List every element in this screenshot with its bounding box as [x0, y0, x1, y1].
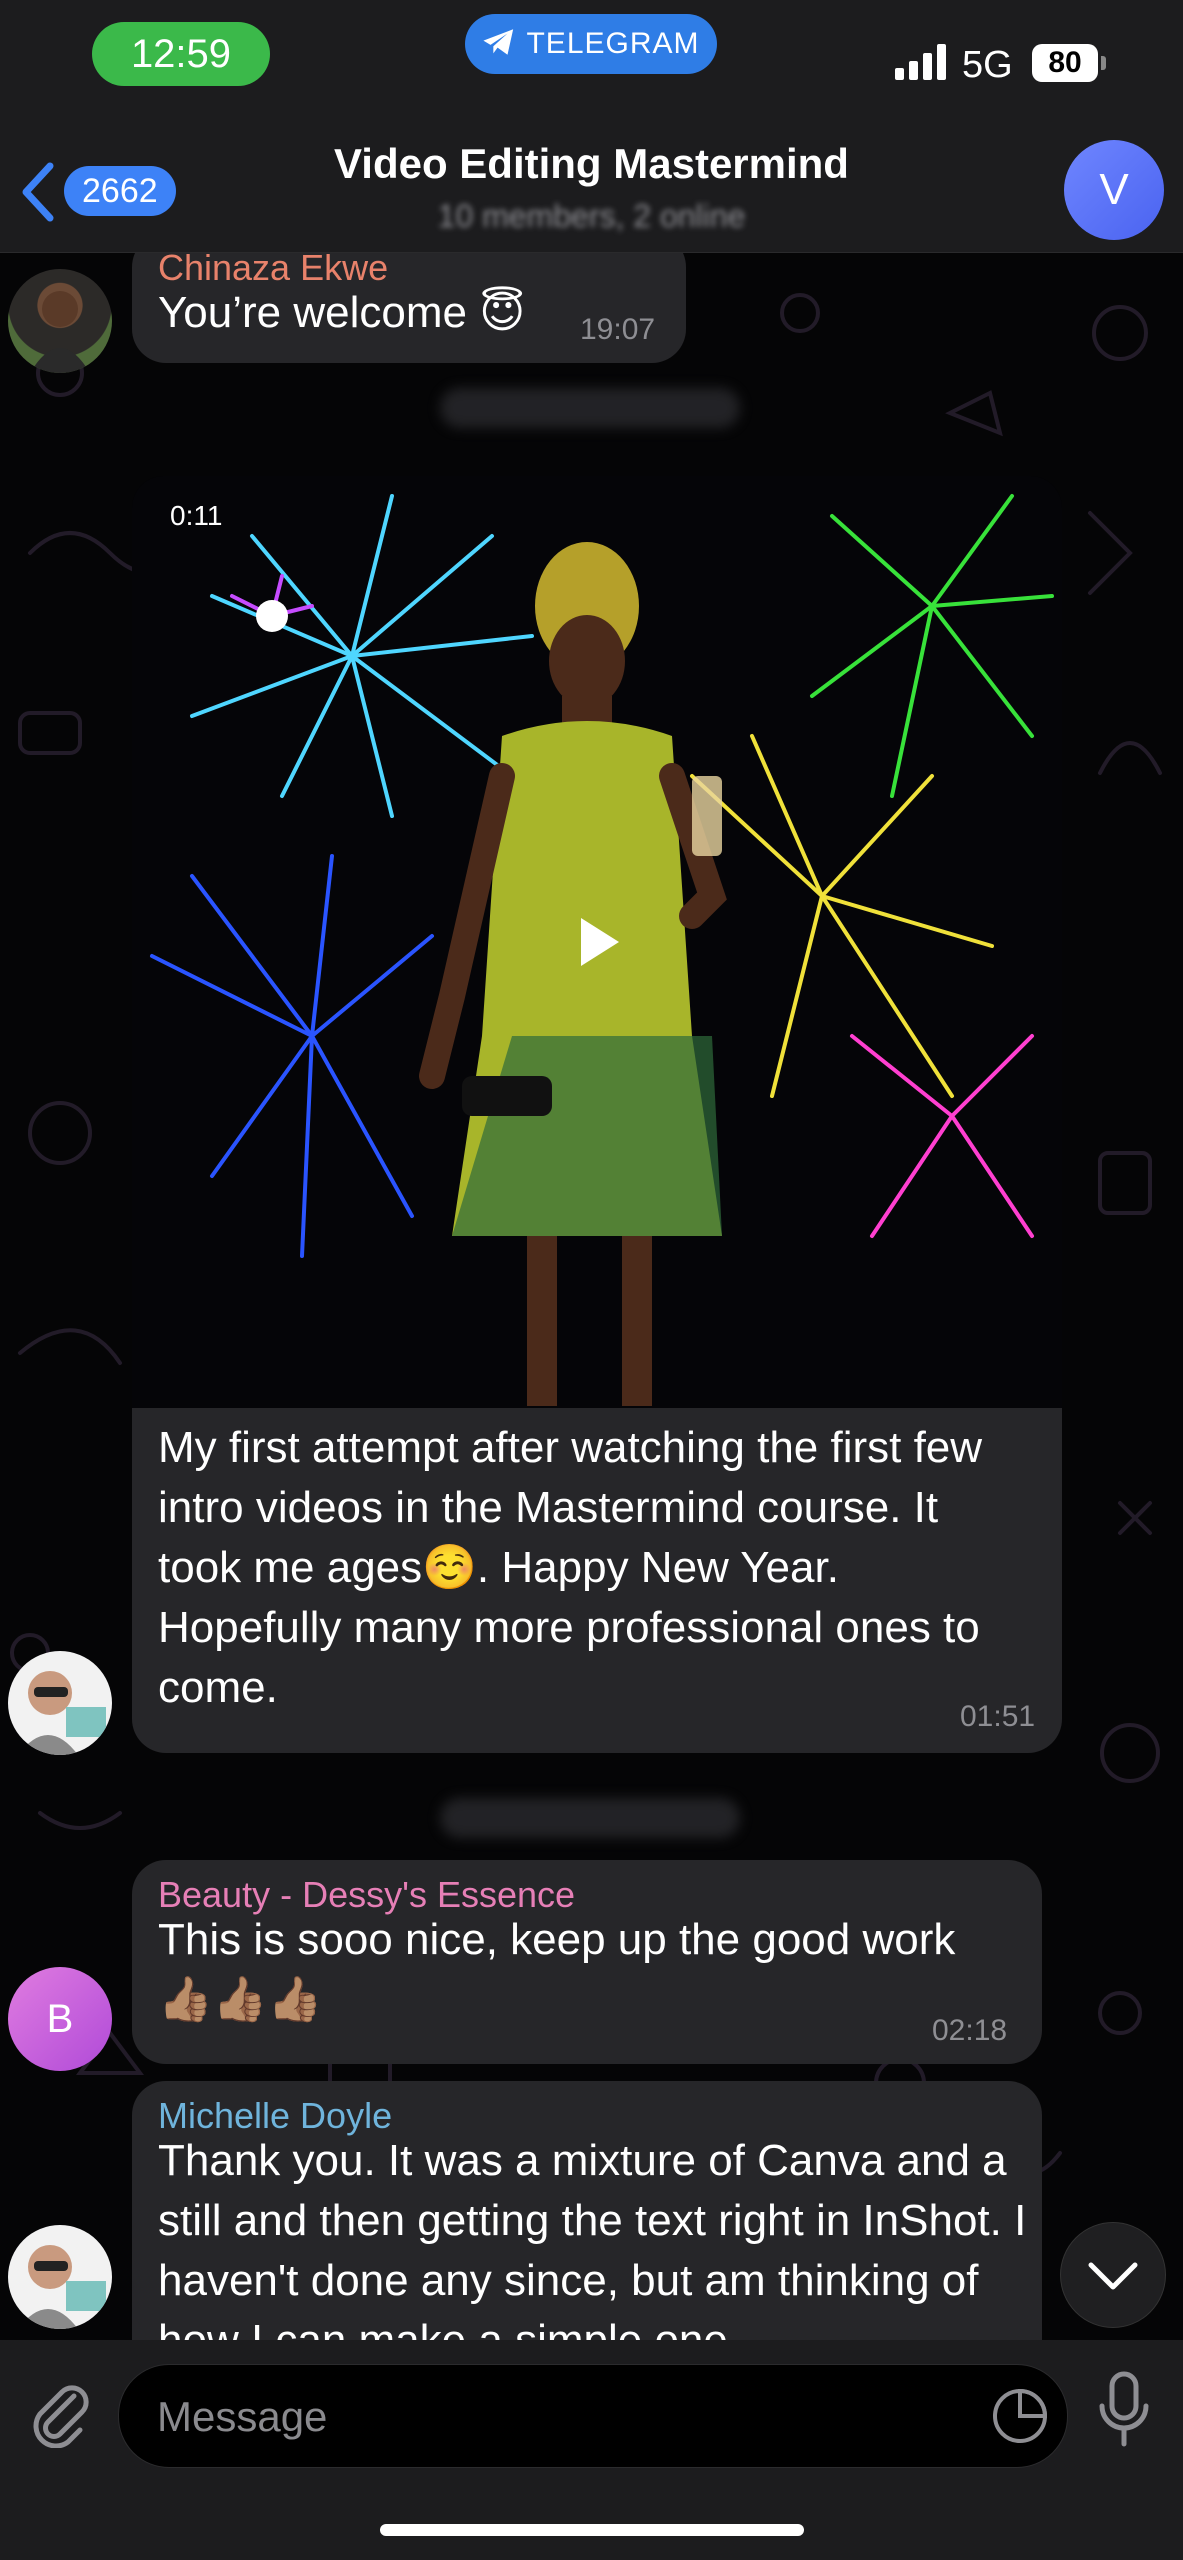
sender-avatar-beauty[interactable]: B: [8, 1967, 112, 2071]
message-input-bar: [0, 2340, 1183, 2560]
group-avatar[interactable]: V: [1064, 140, 1164, 240]
sender-avatar-chinaza[interactable]: [8, 269, 112, 373]
home-indicator: [380, 2524, 804, 2536]
message-bubble[interactable]: Michelle Doyle Thank you. It was a mixtu…: [132, 2081, 1042, 2340]
sender-avatar-michelle[interactable]: [8, 2225, 112, 2329]
telegram-pill[interactable]: TELEGRAM: [465, 14, 717, 74]
message-input[interactable]: [155, 2365, 979, 2469]
date-separator: [440, 1798, 740, 1838]
sticker-icon[interactable]: [991, 2387, 1049, 2445]
message-field[interactable]: [118, 2364, 1068, 2469]
scroll-to-bottom-button[interactable]: [1060, 2222, 1166, 2328]
chat-area[interactable]: Chinaza Ekwe You’re welcome 😇 19:07 0:11…: [0, 253, 1183, 2340]
message-bubble[interactable]: My first attempt after watching the firs…: [132, 1408, 1062, 1753]
avatar-photo: [30, 291, 90, 373]
message-text: My first attempt after watching the firs…: [158, 1423, 983, 1712]
telegram-icon: [483, 29, 514, 55]
message-time: 01:51: [960, 1700, 1036, 1733]
video-duration: 0:11: [170, 500, 223, 531]
chat-subtitle: 10 members, 2 online: [437, 198, 746, 234]
avatar-photo: [18, 2245, 106, 2329]
paperclip-icon[interactable]: [30, 2376, 90, 2448]
avatar-photo: [18, 1671, 106, 1755]
telegram-pill-label: TELEGRAM: [526, 27, 700, 60]
status-bar: 12:59 TELEGRAM 5G 80: [0, 0, 1183, 110]
date-separator: [440, 388, 740, 428]
message-bubble[interactable]: Beauty - Dessy's Essence This is sooo ni…: [132, 1860, 1042, 2064]
message-text: This is sooo nice, keep up the good work…: [158, 1915, 956, 2024]
play-icon[interactable]: [577, 916, 621, 968]
status-time: 12:59: [92, 22, 270, 86]
message-text: Thank you. It was a mixture of Canva and…: [158, 2136, 1027, 2340]
message-bubble[interactable]: Chinaza Ekwe You’re welcome 😇 19:07: [132, 253, 686, 363]
battery-icon: 80: [1032, 44, 1106, 82]
sender-avatar-michelle[interactable]: [8, 1651, 112, 1755]
network-type: 5G: [962, 44, 1013, 86]
microphone-icon[interactable]: [1096, 2370, 1152, 2450]
video-message[interactable]: 0:11: [132, 476, 1062, 1408]
chat-title[interactable]: Video Editing Mastermind: [0, 140, 1183, 188]
message-text: You’re welcome 😇: [158, 288, 526, 337]
signal-icon: [895, 44, 946, 80]
message-time: 19:07: [580, 313, 656, 346]
message-time: 02:18: [932, 2014, 1008, 2047]
chevron-down-icon: [1088, 2262, 1138, 2290]
chat-header: 2662 Video Editing Mastermind 10 members…: [0, 110, 1183, 253]
